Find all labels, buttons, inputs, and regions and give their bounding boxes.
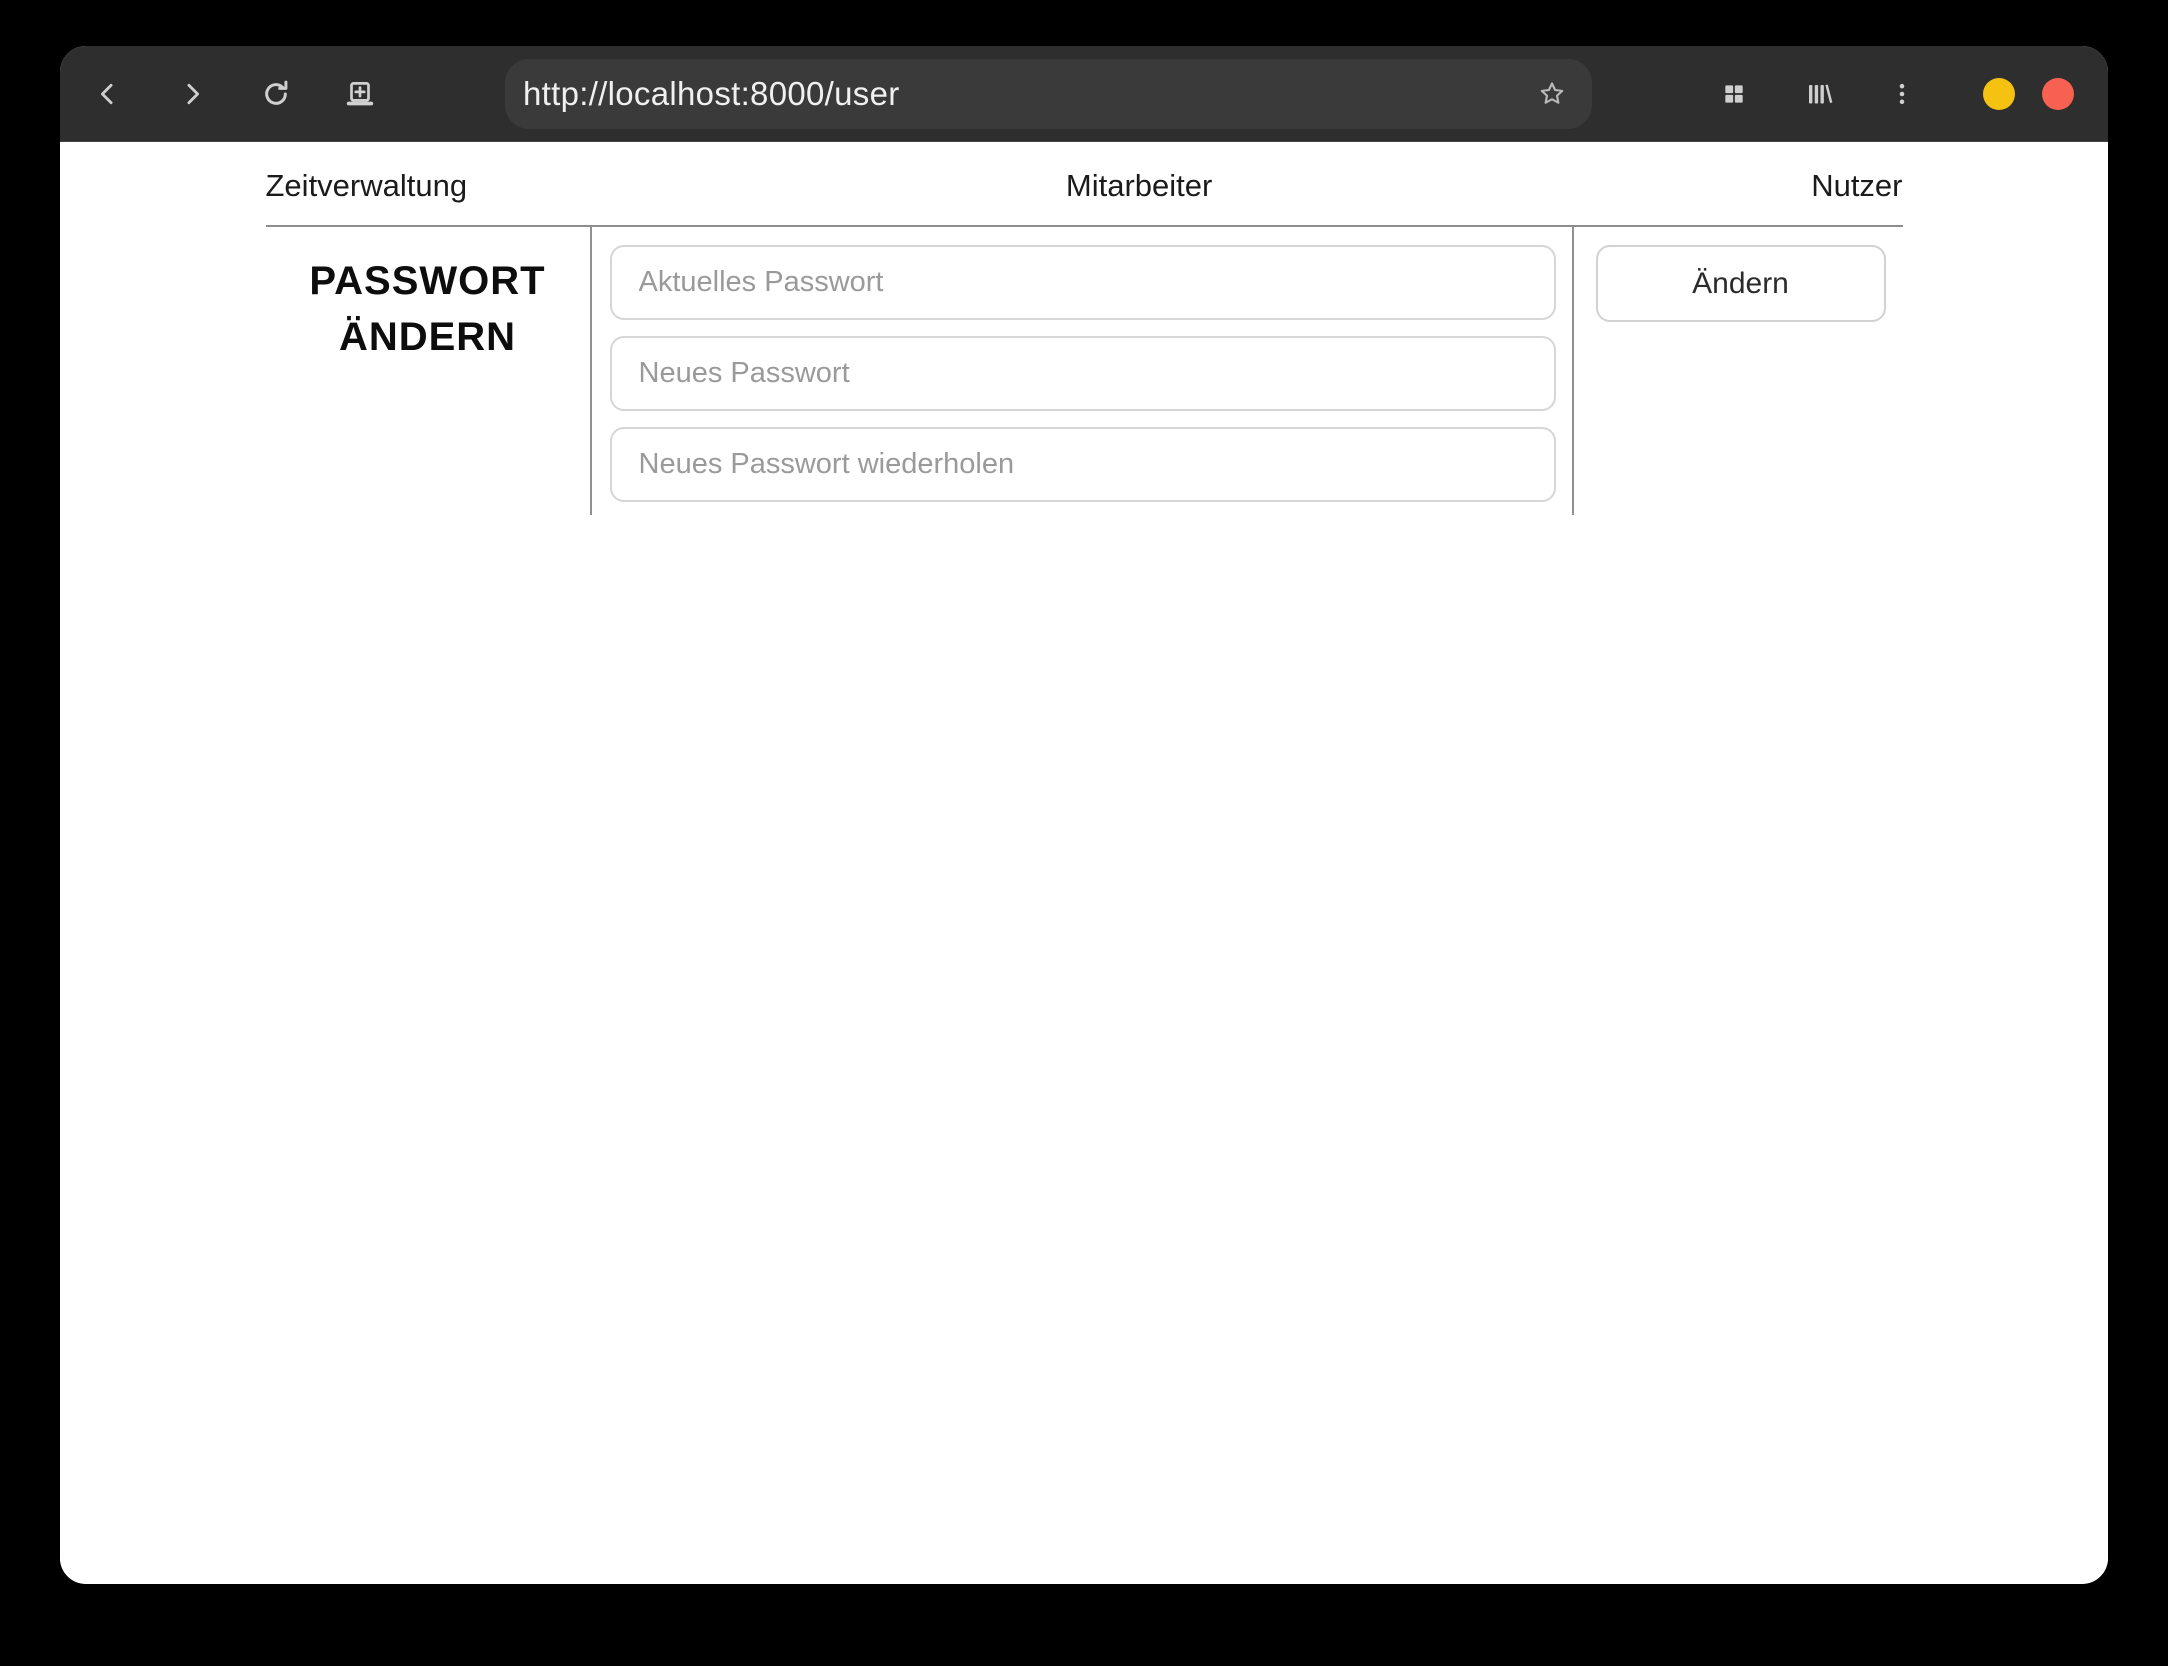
new-tab-icon bbox=[343, 77, 377, 111]
library-icon bbox=[1804, 79, 1834, 109]
new-password-input[interactable] bbox=[609, 336, 1556, 411]
new-tab-button[interactable] bbox=[338, 72, 382, 116]
password-fields-column bbox=[589, 227, 1574, 515]
nav-link-zeitverwaltung[interactable]: Zeitverwaltung bbox=[266, 168, 468, 204]
back-button[interactable] bbox=[86, 72, 130, 116]
close-button[interactable] bbox=[2042, 77, 2074, 110]
grid-icon bbox=[1721, 81, 1747, 107]
back-chevron-icon bbox=[93, 79, 123, 109]
section-heading-line-2: ÄNDERN bbox=[338, 315, 517, 359]
screen: http://localhost:8000/user Zeitverwaltun… bbox=[0, 0, 2168, 1666]
section-heading-column: PASSWORT ÄNDERN bbox=[266, 227, 590, 515]
library-button[interactable] bbox=[1797, 72, 1841, 116]
nav-link-mitarbeiter[interactable]: Mitarbeiter bbox=[1066, 168, 1212, 204]
main-nav: Zeitverwaltung Mitarbeiter Nutzer bbox=[265, 142, 1903, 227]
password-change-section: PASSWORT ÄNDERN Ändern bbox=[266, 227, 1903, 515]
nav-link-nutzer[interactable]: Nutzer bbox=[1811, 168, 1902, 204]
current-password-input[interactable] bbox=[609, 245, 1556, 320]
reload-icon bbox=[259, 77, 293, 111]
browser-window: http://localhost:8000/user Zeitverwaltun… bbox=[60, 46, 2108, 1584]
bookmark-button[interactable] bbox=[1530, 72, 1574, 116]
content-container: Zeitverwaltung Mitarbeiter Nutzer PASSWO… bbox=[265, 142, 1903, 515]
minimize-button[interactable] bbox=[1983, 77, 2015, 110]
forward-button[interactable] bbox=[170, 72, 214, 116]
browser-toolbar: http://localhost:8000/user bbox=[60, 46, 2108, 142]
url-bar[interactable]: http://localhost:8000/user bbox=[505, 59, 1592, 129]
submit-column: Ändern bbox=[1574, 227, 1901, 515]
forward-chevron-icon bbox=[177, 79, 207, 109]
change-password-button[interactable]: Ändern bbox=[1595, 245, 1886, 322]
star-icon bbox=[1540, 82, 1564, 104]
repeat-new-password-input[interactable] bbox=[609, 427, 1556, 502]
kebab-menu-icon bbox=[1889, 81, 1915, 107]
reload-button[interactable] bbox=[254, 72, 298, 116]
tab-overview-button[interactable] bbox=[1712, 72, 1756, 116]
page-content: Zeitverwaltung Mitarbeiter Nutzer PASSWO… bbox=[60, 142, 2108, 1583]
section-heading-line-1: PASSWORT bbox=[309, 259, 546, 303]
url-text: http://localhost:8000/user bbox=[523, 75, 900, 112]
menu-button[interactable] bbox=[1880, 72, 1924, 116]
